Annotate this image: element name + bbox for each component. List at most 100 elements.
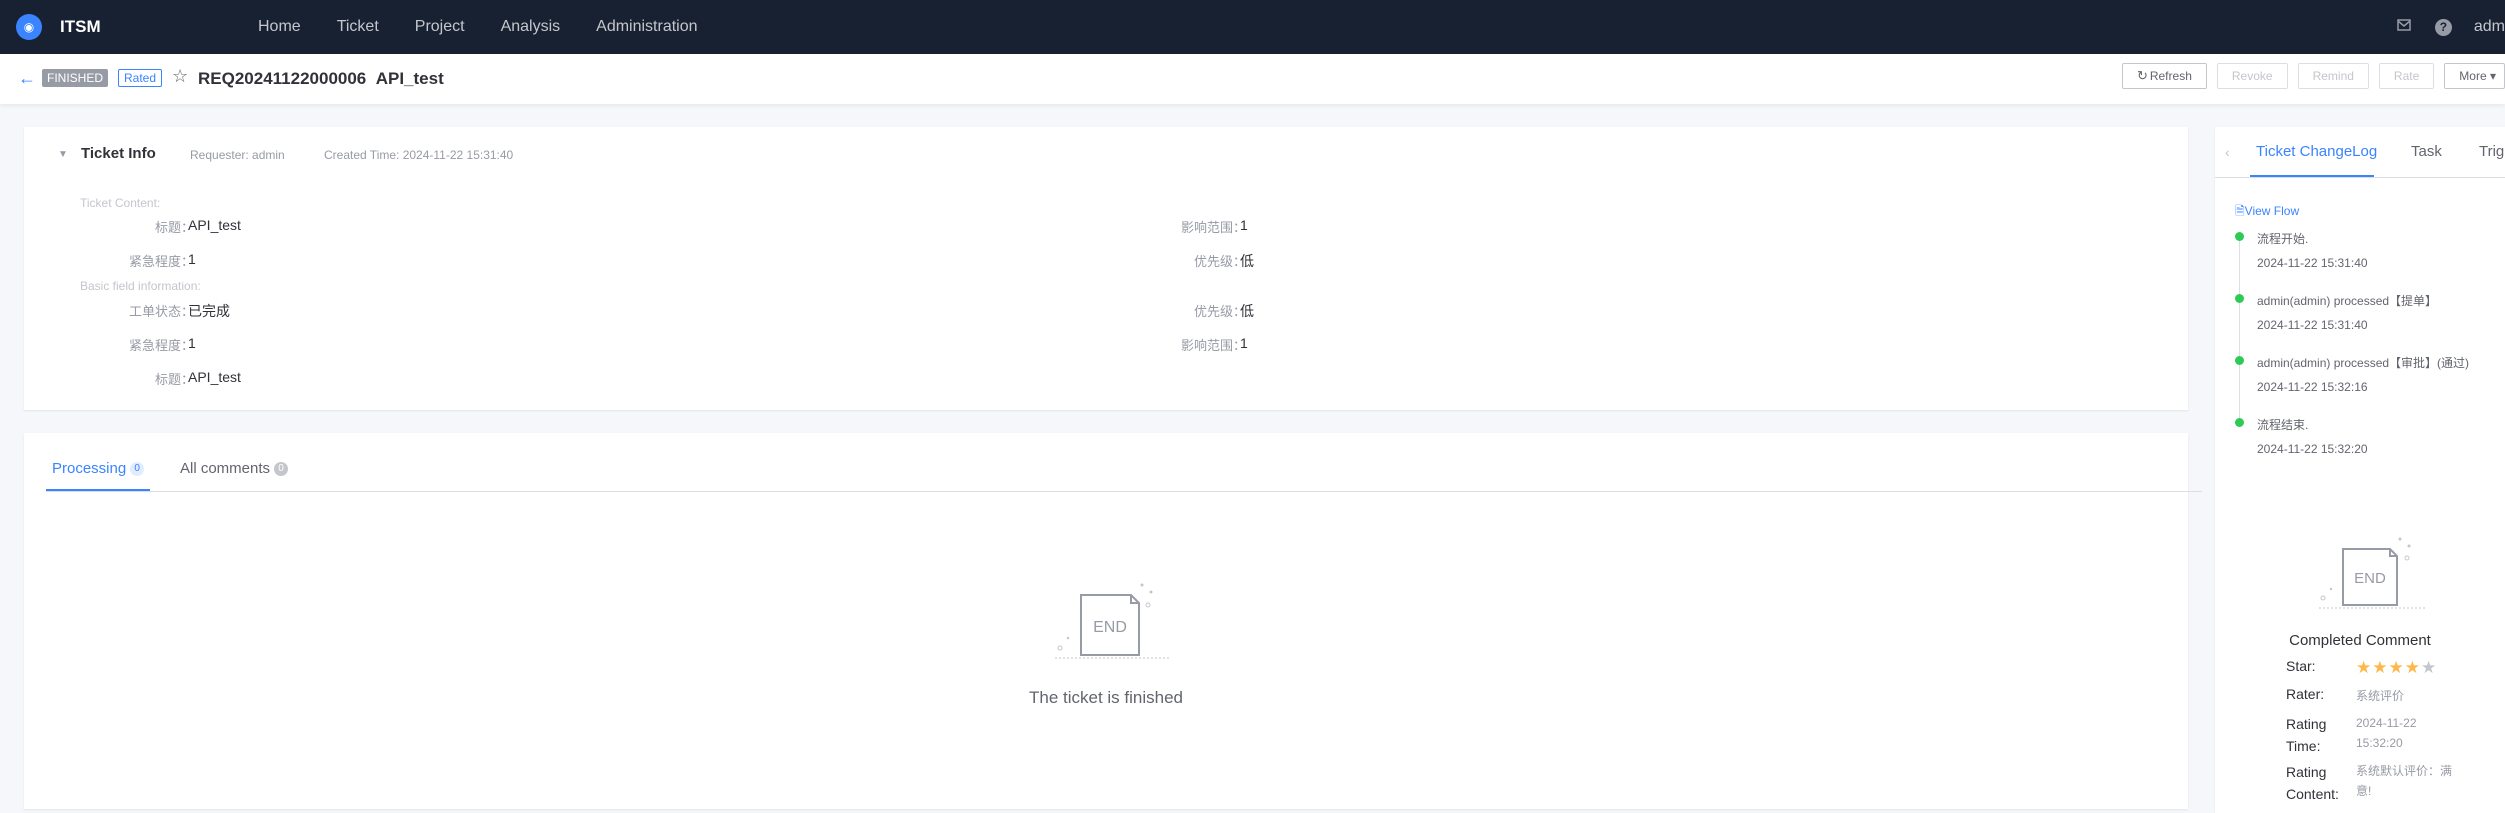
rate-button[interactable]: Rate bbox=[2378, 63, 2435, 89]
star-filled-icon: ★ bbox=[2356, 658, 2373, 677]
view-flow-link[interactable]: 🗎View Flow bbox=[2235, 202, 2299, 223]
itsm-logo-icon[interactable]: ◉ bbox=[16, 14, 42, 40]
ticket-header: ← FINISHED Rated ☆ REQ20241122000006 API… bbox=[0, 54, 2505, 104]
timeline-item-time: 2024-11-22 15:32:20 bbox=[2257, 442, 2368, 456]
processing-card: Processing 0 All comments 0 END The ticket… bbox=[24, 433, 2202, 809]
field-label: 优先级： bbox=[1193, 254, 1246, 269]
nav-administration[interactable]: Administration bbox=[596, 18, 697, 36]
user-menu[interactable]: adm bbox=[2474, 18, 2505, 36]
rater-value: 系统评价 bbox=[2356, 689, 2405, 703]
basic-field-label: Basic field information: bbox=[80, 279, 201, 293]
more-button[interactable]: More ▾ bbox=[2444, 63, 2505, 89]
timeline-rail bbox=[2239, 235, 2240, 425]
field-value: API_test bbox=[188, 217, 241, 233]
field-label: 优先级： bbox=[1193, 304, 1246, 319]
brand-name[interactable]: ITSM bbox=[60, 17, 101, 37]
star-label: Star: bbox=[2286, 658, 2316, 674]
nav-right: ? adm bbox=[2395, 18, 2505, 36]
timeline-dot bbox=[2235, 418, 2244, 427]
revoke-button[interactable]: Revoke bbox=[2216, 63, 2288, 89]
field-value: 1 bbox=[1240, 217, 1248, 233]
timeline-item-title: admin(admin) processed【审批】(通过) bbox=[2257, 356, 2470, 370]
end-label: END bbox=[2354, 570, 2386, 587]
tab-processing[interactable]: Processing 0 bbox=[52, 460, 145, 477]
field-label: 紧急程度： bbox=[128, 338, 194, 353]
timeline-item-title: 流程结束. bbox=[2257, 418, 2309, 432]
star-rating: ★★★★★ bbox=[2356, 658, 2437, 678]
favorite-star-icon[interactable]: ☆ bbox=[172, 66, 188, 87]
field-value: 1 bbox=[188, 335, 196, 351]
field-label: 标题： bbox=[154, 372, 194, 387]
ticket-title: REQ20241122000006 API_test bbox=[198, 69, 444, 89]
status-badge: FINISHED bbox=[42, 69, 109, 87]
top-navbar: ◉ ITSM Home Ticket Project Analysis Admi… bbox=[0, 0, 2505, 54]
processing-count: 0 bbox=[130, 462, 145, 477]
tab-trigger[interactable]: Trig bbox=[2479, 143, 2504, 160]
main-nav: Home Ticket Project Analysis Administrat… bbox=[258, 18, 734, 36]
requester: Requester: admin bbox=[190, 148, 285, 162]
end-label: END bbox=[1093, 619, 1127, 636]
ticket-info-title[interactable]: Ticket Info bbox=[81, 145, 156, 162]
created-time: Created Time: 2024-11-22 15:31:40 bbox=[324, 148, 514, 162]
document-icon: 🗎 bbox=[2235, 204, 2245, 218]
rating-content-value: 系统默认评价：满意! bbox=[2356, 764, 2453, 798]
ticket-info-card: ▼ Ticket Info Requester: admin Created T… bbox=[24, 127, 2188, 410]
rater-label: Rater: bbox=[2286, 686, 2325, 702]
refresh-button[interactable]: ↻ Refresh bbox=[2121, 63, 2207, 89]
field-value: 已完成 bbox=[188, 303, 230, 319]
field-label: 影响范围： bbox=[1180, 338, 1246, 353]
field-value: API_test bbox=[188, 369, 241, 385]
end-illustration-icon: END bbox=[1055, 583, 1171, 659]
tab-divider bbox=[2215, 177, 2505, 178]
end-illustration-icon: END bbox=[2319, 537, 2427, 609]
timeline-item-title: 流程开始. bbox=[2257, 232, 2309, 246]
remind-button[interactable]: Remind bbox=[2297, 63, 2369, 89]
completed-comment-title: Completed Comment bbox=[2289, 632, 2431, 649]
ticket-id: REQ20241122000006 bbox=[198, 69, 367, 88]
nav-project[interactable]: Project bbox=[415, 18, 465, 36]
field-value: 低 bbox=[1240, 253, 1254, 269]
header-actions: ↻ Refresh Revoke Remind Rate More ▾ bbox=[2121, 63, 2505, 89]
field-label: 标题： bbox=[154, 220, 194, 235]
star-filled-icon: ★ bbox=[2372, 658, 2389, 677]
nav-ticket[interactable]: Ticket bbox=[337, 18, 379, 36]
field-value: 低 bbox=[1240, 303, 1254, 319]
tab-task[interactable]: Task bbox=[2411, 143, 2442, 160]
star-empty-icon: ★ bbox=[2421, 658, 2438, 677]
right-panel: ‹ Ticket ChangeLog Task Trig 🗎View Flow … bbox=[2215, 127, 2505, 813]
rating-time-label: Rating Time: bbox=[2286, 716, 2327, 754]
timeline-item-time: 2024-11-22 15:31:40 bbox=[2257, 318, 2368, 332]
field-value: 1 bbox=[1240, 335, 1248, 351]
field-label: 紧急程度： bbox=[128, 254, 194, 269]
field-label: 工单状态： bbox=[128, 304, 194, 319]
timeline-item-time: 2024-11-22 15:31:40 bbox=[2257, 256, 2368, 270]
star-filled-icon: ★ bbox=[2404, 658, 2421, 677]
timeline-dot bbox=[2235, 232, 2244, 241]
timeline-dot bbox=[2235, 294, 2244, 303]
star-filled-icon: ★ bbox=[2388, 658, 2405, 677]
rated-badge: Rated bbox=[118, 69, 163, 87]
refresh-icon: ↻ bbox=[2136, 68, 2148, 83]
ticket-name: API_test bbox=[375, 69, 444, 88]
tab-ticket-changelog[interactable]: Ticket ChangeLog bbox=[2256, 143, 2377, 160]
comments-count: 0 bbox=[274, 462, 289, 477]
help-icon[interactable]: ? bbox=[2434, 18, 2452, 36]
field-value: 1 bbox=[188, 251, 196, 267]
back-arrow-icon[interactable]: ← bbox=[18, 68, 36, 89]
ticket-content-label: Ticket Content: bbox=[80, 196, 161, 210]
rating-time-value: 2024-11-22 15:32:20 bbox=[2356, 716, 2417, 750]
timeline-dot bbox=[2235, 356, 2244, 365]
nav-home[interactable]: Home bbox=[258, 18, 301, 36]
chevron-down-icon: ▾ bbox=[2489, 69, 2496, 83]
empty-state-text: The ticket is finished bbox=[1028, 688, 1183, 707]
field-label: 影响范围： bbox=[1180, 220, 1246, 235]
tab-all-comments[interactable]: All comments 0 bbox=[180, 460, 289, 477]
collapse-caret-icon[interactable]: ▼ bbox=[58, 149, 68, 160]
rating-content-label: Rating Content: bbox=[2286, 764, 2339, 802]
tab-divider bbox=[46, 491, 2202, 492]
timeline-item-title: admin(admin) processed【提单】 bbox=[2257, 294, 2438, 308]
message-icon[interactable] bbox=[2395, 18, 2413, 36]
timeline-item-time: 2024-11-22 15:32:16 bbox=[2257, 380, 2368, 394]
nav-analysis[interactable]: Analysis bbox=[501, 18, 561, 36]
chevron-left-icon[interactable]: ‹ bbox=[2225, 144, 2230, 160]
